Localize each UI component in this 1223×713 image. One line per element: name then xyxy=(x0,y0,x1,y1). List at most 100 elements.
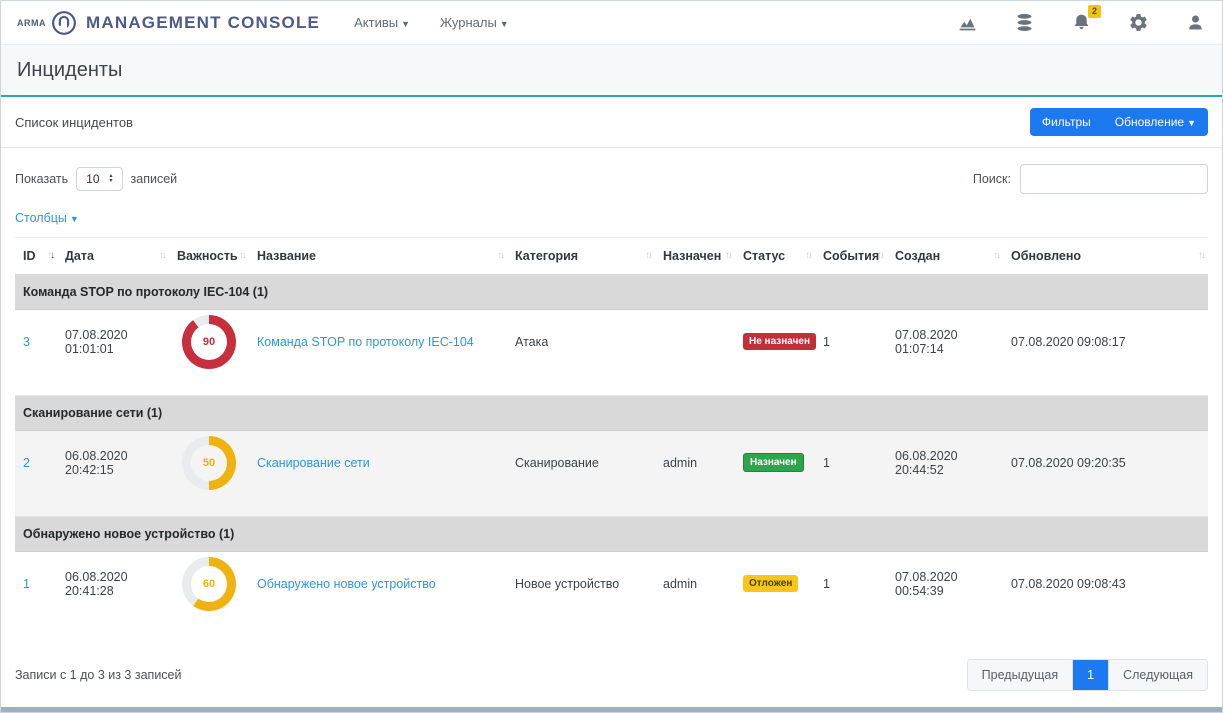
refresh-dropdown-button[interactable]: Обновление▼ xyxy=(1103,108,1208,136)
filters-button[interactable]: Фильтры xyxy=(1030,108,1103,136)
sort-arrows-icon[interactable]: ↑↓ xyxy=(645,250,651,261)
table-header: ID↑↓Дата↑↓Важность↑↓Название↑↓Категория↑… xyxy=(15,238,1208,275)
menu-journals[interactable]: Журналы▼ xyxy=(440,15,509,30)
column-header-1[interactable]: ID↑↓ xyxy=(15,238,57,275)
sort-arrows-icon[interactable]: ↑↓ xyxy=(497,250,503,261)
incident-assignee: admin xyxy=(655,431,735,517)
table-row: 3 07.08.2020 01:01:0190 Команда STOP по пр… xyxy=(15,310,1208,396)
incidents-table-wrap: ID↑↓Дата↑↓Важность↑↓Название↑↓Категория↑… xyxy=(1,227,1222,638)
sort-arrows-icon[interactable]: ↑↓ xyxy=(877,250,883,261)
sort-arrows-icon[interactable]: ↑↓ xyxy=(159,250,165,261)
incident-id-link[interactable]: 3 xyxy=(23,335,30,349)
incident-created: 07.08.2020 01:07:14 xyxy=(887,310,1003,396)
spinner-arrows-icon: ▴▾ xyxy=(110,174,113,184)
importance-value: 90 xyxy=(182,315,236,369)
main-menu: Активы▼ Журналы▼ xyxy=(354,15,509,30)
column-header-5[interactable]: Категория↑↓ xyxy=(507,238,655,275)
page-title-bar: Инциденты xyxy=(1,45,1222,97)
incident-updated: 07.08.2020 09:08:43 xyxy=(1003,552,1208,638)
show-label: Показать xyxy=(15,172,68,186)
incident-date: 07.08.2020 01:01:01 xyxy=(57,310,169,396)
page-size-value: 10 xyxy=(86,172,99,186)
search-label: Поиск: xyxy=(973,172,1011,186)
notifications-bell-icon[interactable]: 2 xyxy=(1071,12,1092,33)
page-size-select[interactable]: 10 ▴▾ xyxy=(76,167,122,191)
incident-name-link[interactable]: Сканирование сети xyxy=(257,456,370,470)
sort-arrows-icon[interactable]: ↑↓ xyxy=(1198,250,1204,261)
page-size-control: Показать 10 ▴▾ записей xyxy=(15,167,177,191)
sort-arrows-icon[interactable]: ↑↓ xyxy=(47,250,53,261)
database-icon[interactable] xyxy=(1014,12,1035,33)
incident-created: 07.08.2020 00:54:39 xyxy=(887,552,1003,638)
sort-arrows-icon[interactable]: ↑↓ xyxy=(725,250,731,261)
incidents-table: ID↑↓Дата↑↓Важность↑↓Название↑↓Категория↑… xyxy=(15,237,1208,638)
search-input[interactable] xyxy=(1020,164,1208,194)
status-badge: Отложен xyxy=(743,575,798,592)
chevron-down-icon: ▼ xyxy=(70,214,79,224)
chevron-down-icon: ▼ xyxy=(1187,118,1196,128)
importance-donut: 60 xyxy=(182,557,236,611)
incident-id-link[interactable]: 1 xyxy=(23,577,30,591)
incident-events: 1 xyxy=(815,310,887,396)
notification-count-badge: 2 xyxy=(1088,5,1101,18)
incident-updated: 07.08.2020 09:20:35 xyxy=(1003,431,1208,517)
search-control: Поиск: xyxy=(973,164,1208,194)
columns-row: Столбцы▼ xyxy=(1,194,1222,227)
column-header-7[interactable]: Статус↑↓ xyxy=(735,238,815,275)
incident-assignee: admin xyxy=(655,552,735,638)
sort-arrows-icon[interactable]: ↑↓ xyxy=(239,250,245,261)
columns-dropdown-link[interactable]: Столбцы▼ xyxy=(15,211,79,225)
incident-events: 1 xyxy=(815,552,887,638)
incident-id-link[interactable]: 2 xyxy=(23,456,30,470)
chevron-down-icon: ▼ xyxy=(500,19,509,29)
column-header-2[interactable]: Дата↑↓ xyxy=(57,238,169,275)
arma-helmet-icon xyxy=(51,10,77,36)
column-header-3[interactable]: Важность↑↓ xyxy=(169,238,249,275)
column-header-8[interactable]: События↑↓ xyxy=(815,238,887,275)
group-header-row: Обнаружено новое устройство (1) xyxy=(15,517,1208,552)
table-row: 2 06.08.2020 20:42:1550 Сканирование сети С… xyxy=(15,431,1208,517)
navbar-icon-group: 2 xyxy=(957,12,1206,33)
pagination-next-button[interactable]: Следующая xyxy=(1108,660,1207,690)
importance-value: 60 xyxy=(182,557,236,611)
column-header-10[interactable]: Обновлено↑↓ xyxy=(1003,238,1208,275)
sort-arrows-icon[interactable]: ↑↓ xyxy=(805,250,811,261)
brand-logo[interactable]: ARMA MANAGEMENT CONSOLE xyxy=(17,10,320,36)
gear-icon[interactable] xyxy=(1128,12,1149,33)
panel-header: Список инцидентов Фильтры Обновление▼ xyxy=(1,97,1222,148)
importance-value: 50 xyxy=(182,436,236,490)
pagination-page-1-button[interactable]: 1 xyxy=(1072,660,1108,690)
table-controls: Показать 10 ▴▾ записей Поиск: xyxy=(1,148,1222,194)
list-footer: Записи с 1 до 3 из 3 записей Предыдущая … xyxy=(1,645,1222,707)
incident-date: 06.08.2020 20:42:15 xyxy=(57,431,169,517)
records-info: Записи с 1 до 3 из 3 записей xyxy=(15,668,181,682)
incident-created: 06.08.2020 20:44:52 xyxy=(887,431,1003,517)
incident-assignee xyxy=(655,310,735,396)
chevron-down-icon: ▼ xyxy=(401,19,410,29)
brand-arma-text: ARMA xyxy=(17,18,46,28)
incident-category: Сканирование xyxy=(507,431,655,517)
column-header-4[interactable]: Название↑↓ xyxy=(249,238,507,275)
group-header-row: Сканирование сети (1) xyxy=(15,396,1208,431)
table-row: 106.08.2020 20:41:2860Обнаружено новое у… xyxy=(15,552,1208,638)
column-header-9[interactable]: Создан↑↓ xyxy=(887,238,1003,275)
column-header-6[interactable]: Назначен↑↓ xyxy=(655,238,735,275)
incident-category: Атака xyxy=(507,310,655,396)
page-title: Инциденты xyxy=(17,59,1206,82)
top-navbar: ARMA MANAGEMENT CONSOLE Активы▼ Журналы▼ xyxy=(1,1,1222,45)
menu-assets[interactable]: Активы▼ xyxy=(354,15,410,30)
incident-name-link[interactable]: Команда STOP по протоколу IEC-104 xyxy=(257,335,474,349)
panel-title: Список инцидентов xyxy=(15,115,133,130)
incident-updated: 07.08.2020 09:08:17 xyxy=(1003,310,1208,396)
user-profile-icon[interactable] xyxy=(1185,12,1206,33)
pagination-prev-button[interactable]: Предыдущая xyxy=(968,660,1072,690)
group-header-row: Команда STOP по протоколу IEC-104 (1) xyxy=(15,275,1208,310)
panel-actions: Фильтры Обновление▼ xyxy=(1030,108,1208,136)
brand-title: MANAGEMENT CONSOLE xyxy=(86,13,320,33)
dashboard-chart-icon[interactable] xyxy=(957,12,978,33)
incident-name-link[interactable]: Обнаружено новое устройство xyxy=(257,577,436,591)
records-label: записей xyxy=(131,172,178,186)
status-badge: Не назначен xyxy=(743,333,816,350)
importance-donut: 50 xyxy=(182,436,236,490)
sort-arrows-icon[interactable]: ↑↓ xyxy=(993,250,999,261)
